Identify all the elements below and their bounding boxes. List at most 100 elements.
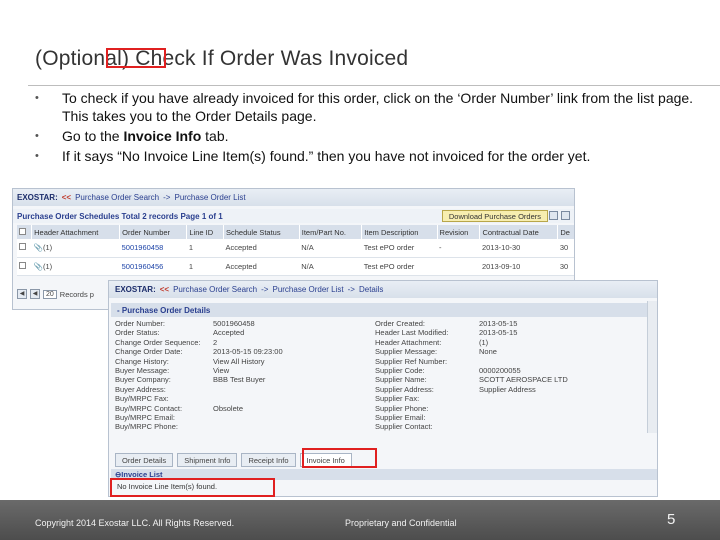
line-id-cell: 1 [186,239,224,258]
details-row: Order Status: Accepted Header Last Modifie… [115,328,645,337]
copyright-text: Copyright 2014 Exostar LLC. All Rights R… [35,518,235,528]
details-scrollbar[interactable] [647,301,657,433]
field-label: Supplier Message: [375,347,438,357]
details-row: Buyer Address: Supplier Address: Supplier … [115,385,645,394]
bullet-text-post: tab. [201,128,229,144]
field-label: Supplier Email: [375,412,426,422]
field-value: View All History [213,356,265,366]
column-select [17,225,33,239]
column-header[interactable]: Header Attachment [31,225,121,239]
breadcrumb: EXOSTAR: << Purchase Order Search -> Pur… [109,281,657,298]
breadcrumb-po-list[interactable]: Purchase Order List [272,285,343,294]
field-value: SCOTT AEROSPACE LTD [479,375,568,385]
breadcrumb-details[interactable]: Details [359,285,383,294]
status-cell: Accepted [223,257,300,276]
field-label: Order Created: [375,319,426,328]
prev-page-button[interactable]: ◀ [30,289,40,299]
row-select [17,257,32,276]
bullet-dot: • [35,150,39,162]
details-row: Buy/MRPC Phone: Supplier Contact: [115,422,645,431]
field-label: Buy/MRPC Phone: [115,422,178,432]
tab-order-details[interactable]: Order Details [115,453,174,467]
column-header[interactable]: De [557,225,574,239]
field-label: Supplier Contact: [375,422,433,432]
details-row: Buyer Company: BBB Test Buyer Supplier Nam… [115,375,645,384]
field-label: Supplier Phone: [375,403,429,413]
field-value [479,422,639,431]
field-value: Supplier Address [479,384,536,394]
column-header[interactable]: Line ID [186,225,224,239]
order-number-link[interactable]: 5001960458 [119,239,187,258]
details-row: Change Order Sequence: 2 Header Attachment… [115,338,645,347]
revision-cell [437,257,480,276]
field-label: Order Number: [115,319,166,328]
field-value: 5001960458 [213,319,255,328]
download-po-button[interactable]: Download Purchase Orders [441,210,548,222]
toolbar-icons [549,211,570,220]
field-label: Change History: [115,356,169,366]
column-header[interactable]: Contractual Date [479,225,559,239]
field-label: Header Last Modified: [375,328,449,338]
bullet-text-bold: Invoice Info [123,128,202,144]
exostar-logo: EXOSTAR: [115,285,156,294]
breadcrumb-arrow: -> [163,193,171,202]
field-value: None [479,347,497,357]
breadcrumb: EXOSTAR: << Purchase Order Search -> Pur… [13,189,574,206]
bullet-text-pre: Go to the [62,128,124,144]
status-cell: Accepted [223,239,300,258]
title-divider [28,85,720,86]
field-value [213,413,375,422]
column-header[interactable]: Item/Part No. [299,225,363,239]
order-details-screenshot: EXOSTAR: << Purchase Order Search -> Pur… [108,280,658,497]
column-header[interactable]: Revision [437,225,481,239]
breadcrumb-po-search[interactable]: Purchase Order Search [173,285,257,294]
row-checkbox[interactable] [19,243,26,251]
column-header[interactable]: Item Description [361,225,438,239]
row-select [17,239,32,258]
records-per-page-select[interactable]: 20 [43,289,57,299]
date-cell: 2013-10-30 [479,239,558,258]
column-header[interactable]: Schedule Status [223,225,300,239]
details-row: Change History: View All History Supplier … [115,357,645,366]
details-row: Order Number: 5001960458 Order Created: 201… [115,319,645,328]
details-section-header[interactable]: - Purchase Order Details [111,303,647,317]
field-label: Buy/MRPC Contact: [115,403,183,413]
bullet-list: • To check if you have already invoiced f… [35,89,700,167]
first-page-button[interactable]: ◀ [17,289,27,299]
field-value: Accepted [213,328,245,338]
order-number-link[interactable]: 5001960456 [119,257,187,276]
field-label: Supplier Fax: [375,394,420,404]
date-cell: 2013-09-10 [479,257,558,276]
pager: ◀ ◀ 20 Records p [17,289,94,299]
field-label: Buyer Message: [115,365,170,375]
field-label: Supplier Code: [375,365,425,375]
bullet-item: • If it says “No Invoice Line Item(s) fou… [35,147,700,165]
field-value: Obsolete [213,403,244,413]
breadcrumb-po-list[interactable]: Purchase Order List [174,193,245,202]
breadcrumb-po-search[interactable]: Purchase Order Search [75,193,159,202]
table-row: 📎(1) 5001960456 1 Accepted N/A Test ePO … [17,257,574,276]
tab-shipment-info[interactable]: Shipment Info [177,453,238,467]
field-value: BBB Test Buyer [213,375,266,385]
field-value [213,422,375,431]
invoice-tab-highlight [302,448,377,468]
breadcrumb-arrow: -> [347,285,355,294]
export-icon[interactable] [549,211,558,220]
de-cell: 30 [557,239,574,258]
field-value: 2013-05-15 09:23:00 [213,347,283,357]
column-header[interactable]: Order Number [119,225,188,239]
field-value [213,394,375,403]
select-all-checkbox[interactable] [19,227,26,235]
print-icon[interactable] [561,211,570,220]
attachment-cell[interactable]: 📎(1) [31,257,120,276]
field-label: Supplier Ref Number: [375,356,448,366]
details-row: Buy/MRPC Contact: Obsolete Supplier Phone: [115,404,645,413]
tab-receipt-info[interactable]: Receipt Info [241,453,296,467]
row-checkbox[interactable] [19,261,26,269]
no-invoice-highlight [110,478,275,497]
page-number: 5 [667,511,676,528]
field-value [479,357,639,366]
revision-cell: - [437,239,480,258]
slide-title: (Optional) Check If Order Was Invoiced [35,47,409,70]
attachment-cell[interactable]: 📎(1) [31,239,120,258]
